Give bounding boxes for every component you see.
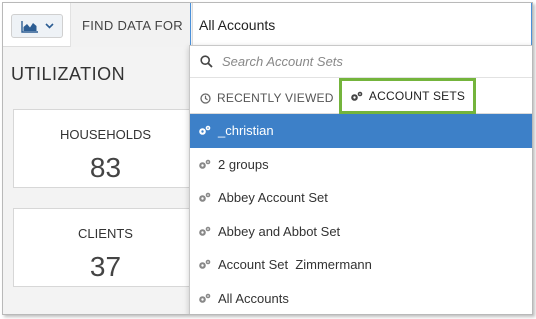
gears-icon	[199, 293, 211, 303]
card-value: 37	[89, 251, 122, 282]
list-item[interactable]: All Accounts	[190, 282, 532, 315]
gears-icon	[199, 259, 211, 270]
find-data-for-label: FIND DATA FOR	[70, 3, 193, 47]
households-card[interactable]: HOUSEHOLDS 83	[13, 109, 198, 188]
list-item[interactable]: _christian	[190, 114, 532, 148]
list-item[interactable]: Account Set Zimmermann	[190, 248, 532, 282]
clients-card[interactable]: CLIENTS 37	[13, 208, 198, 287]
tab-label: ACCOUNT SETS	[368, 89, 466, 103]
tab-recently-viewed[interactable]: RECENTLY VIEWED	[200, 83, 334, 113]
gears-icon	[199, 125, 211, 136]
list-item-label: Account Set Zimmermann	[218, 257, 372, 273]
search-box[interactable]: Search Account Sets	[190, 46, 532, 78]
list-item-label: _christian	[218, 123, 274, 139]
gears-icon	[199, 226, 211, 236]
account-set-dropdown: Search Account Sets RECENTLY VIEWED ACCO…	[189, 45, 532, 315]
list-item-label: Abbey Account Set	[218, 190, 328, 206]
card-label: HOUSEHOLDS	[59, 127, 152, 142]
search-input[interactable]: Search Account Sets	[222, 54, 343, 69]
list-item-label: All Accounts	[218, 290, 289, 306]
list-item-label: Abbey and Abbot Set	[218, 223, 341, 239]
card-value: 83	[89, 152, 122, 183]
list-item[interactable]: Abbey Account Set	[190, 181, 532, 215]
gears-icon	[351, 91, 363, 101]
card-label: CLIENTS	[78, 226, 133, 241]
account-set-list: _christian 2 groups Abbey Account Set Ab…	[190, 114, 532, 315]
gears-icon	[199, 159, 211, 169]
top-bar: FIND DATA FOR All Accounts	[3, 3, 532, 47]
clock-icon	[200, 92, 211, 104]
chart-type-button[interactable]	[11, 14, 63, 38]
dropdown-tabs: RECENTLY VIEWED ACCOUNT SETS	[190, 78, 532, 114]
app-window: FIND DATA FOR All Accounts UTILIZATION H…	[2, 2, 533, 315]
list-item-label: 2 groups	[218, 156, 269, 172]
list-item[interactable]: 2 groups	[190, 148, 532, 182]
chevron-down-icon	[44, 23, 54, 29]
area-chart-icon	[20, 20, 38, 33]
search-icon	[200, 55, 213, 68]
list-item[interactable]: Abbey and Abbot Set	[190, 215, 532, 249]
tab-label: RECENTLY VIEWED	[217, 91, 334, 105]
gears-icon	[199, 192, 211, 203]
tab-account-sets[interactable]: ACCOUNT SETS	[339, 78, 476, 114]
find-data-for-input[interactable]: All Accounts	[190, 3, 532, 47]
page-title: UTILIZATION	[11, 64, 126, 84]
